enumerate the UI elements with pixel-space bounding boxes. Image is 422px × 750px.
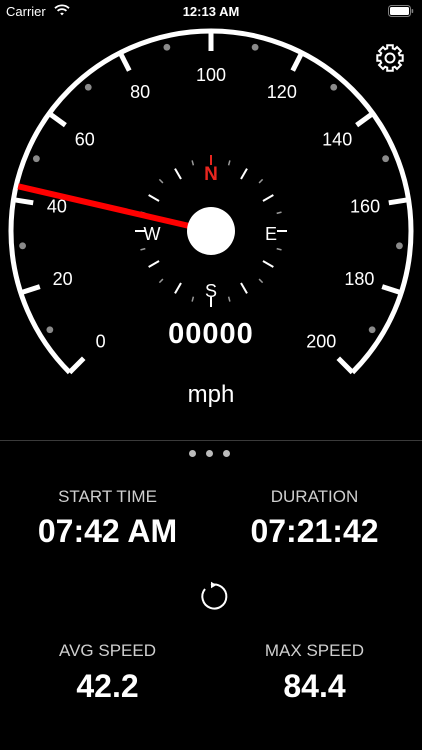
odometer: 00000 (168, 318, 254, 350)
settings-button[interactable] (374, 42, 406, 74)
max-speed-value: 84.4 (283, 668, 346, 704)
gauge-minor-dot (382, 155, 390, 163)
gauge-major-tick (20, 284, 41, 296)
compass-minor-tick (227, 160, 231, 166)
gauge-speed-label: 180 (344, 269, 374, 289)
page-indicator[interactable] (189, 450, 237, 460)
compass-tick (262, 194, 274, 202)
gauge-major-tick (355, 111, 375, 128)
gauge-major-tick (388, 197, 409, 206)
start-time-label: START TIME (58, 487, 157, 506)
compass-minor-tick (227, 296, 231, 302)
compass-minor-tick (258, 278, 264, 284)
gauge-major-tick (336, 356, 355, 375)
gauge-minor-dot (19, 242, 26, 250)
speedometer-gauge: 020406080100120140160180200 N E S W (8, 28, 414, 375)
gauge-speed-label: 120 (267, 82, 297, 102)
gauge-major-tick (290, 51, 305, 72)
compass-south-label: S (205, 281, 217, 301)
gauge-minor-dot (32, 155, 40, 163)
compass-tick (240, 282, 248, 294)
page-dot (189, 450, 196, 457)
compass-tick (148, 194, 160, 202)
gauge-minor-dot (251, 43, 259, 51)
compass-tick (240, 168, 248, 180)
gauge-minor-dot (396, 242, 403, 250)
compass-tick (262, 260, 274, 268)
gauge-speed-label: 160 (350, 197, 380, 217)
compass-minor-tick (191, 160, 195, 166)
duration-label: DURATION (270, 487, 359, 506)
compass-minor-tick (140, 247, 146, 251)
gauge-major-tick (13, 197, 34, 206)
compass-minor-tick (158, 178, 164, 184)
max-speed-label: MAX SPEED (264, 641, 365, 660)
compass-minor-tick (276, 247, 282, 251)
compass-west-label: W (144, 224, 161, 244)
gauge-speed-label: 140 (322, 129, 352, 149)
compass-tick (148, 260, 160, 268)
avg-speed-value: 42.2 (76, 668, 139, 704)
gauge-major-tick (381, 284, 402, 296)
page-dot (206, 450, 213, 457)
duration-value: 07:21:42 (250, 513, 379, 549)
gauge-speed-label: 100 (196, 65, 226, 85)
gauge-major-tick (67, 356, 86, 375)
gauge-major-tick (117, 51, 132, 72)
gauge-speed-label: 60 (75, 129, 95, 149)
gauge-speed-label: 80 (130, 82, 150, 102)
compass-minor-tick (276, 211, 282, 215)
reset-icon (201, 581, 228, 610)
gauge-minor-dot (330, 83, 338, 91)
compass-minor-tick (258, 178, 264, 184)
divider (0, 440, 422, 441)
compass-east-label: E (265, 224, 277, 244)
unit-label[interactable]: mph (0, 381, 422, 409)
compass-minor-tick (191, 296, 195, 302)
start-time-value: 07:42 AM (37, 513, 178, 549)
gauge-minor-dot (163, 43, 171, 51)
compass-tick (174, 282, 182, 294)
compass-minor-tick (158, 278, 164, 284)
gauge-speed-label: 20 (53, 269, 73, 289)
avg-speed-label: AVG SPEED (59, 641, 156, 660)
gauge-major-tick (47, 111, 67, 128)
gauge-minor-dot (84, 83, 92, 91)
gear-icon (376, 44, 404, 72)
page-dot (223, 450, 230, 457)
compass-north-label: N (204, 164, 218, 185)
compass-tick (174, 168, 182, 180)
reset-button[interactable] (194, 580, 228, 614)
needle-hub (187, 207, 235, 255)
